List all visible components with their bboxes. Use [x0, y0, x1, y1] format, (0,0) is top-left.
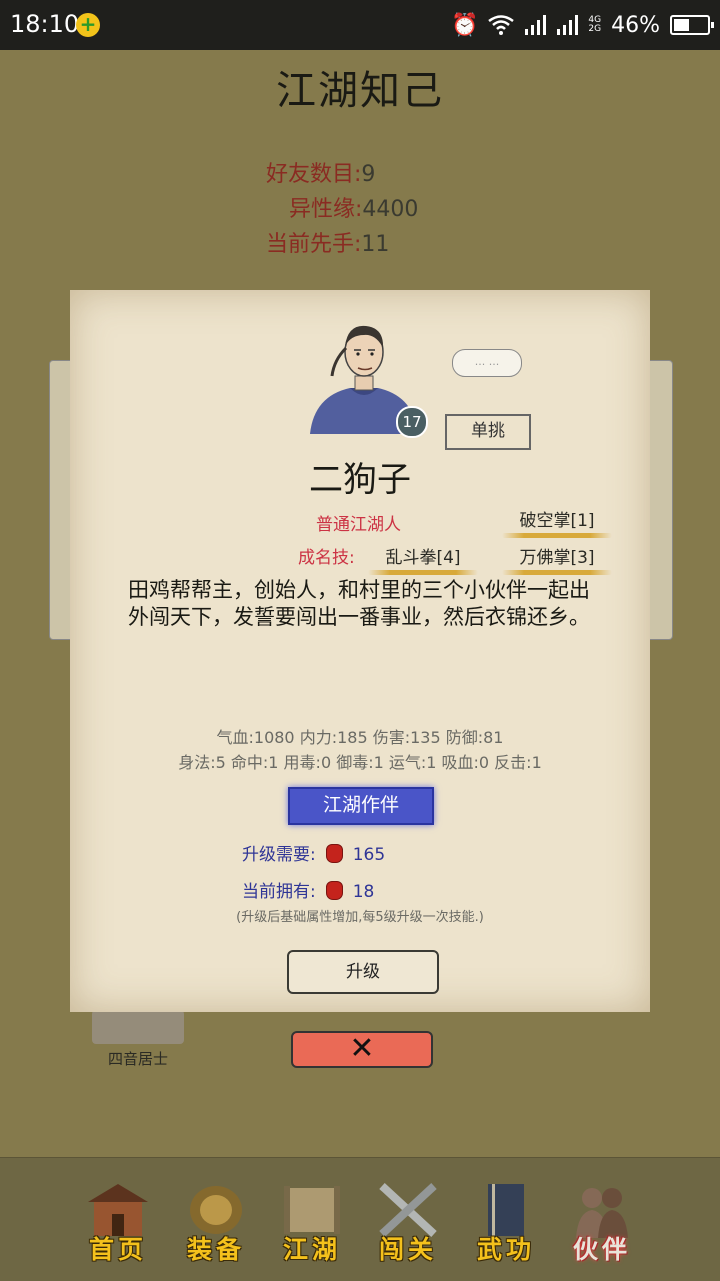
- skill-underline: [368, 570, 478, 575]
- tab-partners[interactable]: 伙伴: [564, 1178, 640, 1270]
- friends-value: 9: [361, 162, 376, 187]
- tab-label: 江湖: [282, 1235, 341, 1264]
- tab-label: 武功: [476, 1235, 535, 1264]
- skill-underline: [502, 570, 612, 575]
- attributes-line-2: 身法:5 命中:1 用毒:0 御毒:1 运气:1 吸血:0 反击:1: [178, 753, 542, 772]
- signal-icon-2: [557, 15, 579, 35]
- friends-count: 好友数目:9: [266, 156, 375, 188]
- tab-home[interactable]: 首页: [80, 1178, 156, 1270]
- duel-button[interactable]: 单挑: [445, 414, 531, 450]
- skill-label: 破空掌[1]: [519, 511, 595, 531]
- status-bar: 18:10 + ⏰ 4G 2G 46%: [0, 0, 720, 50]
- upgrade-note: (升级后基础属性增加,每5级升级一次技能.): [236, 910, 484, 925]
- attributes-line-1: 气血:1080 内力:185 伤害:135 防御:81: [216, 728, 504, 747]
- character-title: 普通江湖人: [316, 515, 401, 535]
- close-button[interactable]: ✕: [291, 1031, 433, 1068]
- skill-item[interactable]: 万佛掌[3]: [502, 543, 612, 575]
- wine-jar-icon: [325, 880, 343, 900]
- battery-icon: [670, 15, 714, 35]
- character-card: 17 ... ... 单挑 二狗子 普通江湖人 成名技: 破空掌[1] 乱斗拳[…: [70, 290, 650, 1012]
- signal-icon: [525, 15, 547, 35]
- tab-label: 伙伴: [572, 1235, 631, 1264]
- upgrade-need-row: 升级需要: 165: [242, 840, 385, 865]
- alarm-icon: ⏰: [450, 12, 479, 38]
- background-friend-avatar[interactable]: [92, 1010, 184, 1044]
- character-description: 田鸡帮帮主，创始人，和村里的三个小伙伴一起出外闯天下，发誓要闯出一番事业，然后衣…: [128, 578, 590, 629]
- partner-button[interactable]: 江湖作伴: [288, 787, 434, 825]
- opposite-sex-value: 4400: [362, 197, 419, 222]
- friends-label: 好友数目:: [266, 162, 362, 187]
- background-friend-name[interactable]: 四音居士: [92, 1048, 184, 1069]
- tab-challenge[interactable]: 闯关: [370, 1178, 446, 1270]
- speech-bubble: ... ...: [452, 349, 522, 377]
- tab-label: 首页: [88, 1235, 147, 1264]
- opposite-sex-label: 异性缘:: [289, 197, 363, 222]
- first-move-label: 当前先手:: [266, 232, 362, 257]
- page-title: 江湖知己: [276, 68, 444, 114]
- skill-underline: [502, 533, 612, 538]
- level-badge: 17: [396, 406, 428, 438]
- skill-item[interactable]: 破空掌[1]: [502, 506, 612, 538]
- wifi-icon: [488, 15, 515, 35]
- bottom-tab-bar: 首页 装备 江湖 闯关 武功 伙伴: [0, 1157, 720, 1281]
- status-time: 18:10: [10, 10, 80, 38]
- close-icon: ✕: [349, 1031, 375, 1066]
- status-right: ⏰ 4G 2G 46%: [450, 10, 714, 40]
- skill-item[interactable]: 乱斗拳[4]: [368, 543, 478, 575]
- notification-plus-icon: +: [76, 13, 100, 37]
- tab-jianghu[interactable]: 江湖: [274, 1178, 350, 1270]
- first-move-stat: 当前先手:11: [266, 226, 389, 258]
- character-name: 二狗子: [309, 460, 411, 500]
- tab-label: 闯关: [378, 1235, 437, 1264]
- owned-row: 当前拥有: 18: [242, 877, 374, 902]
- battery-percent: 46%: [611, 12, 660, 38]
- tab-label: 装备: [186, 1235, 245, 1264]
- owned-value: 18: [352, 882, 375, 902]
- wine-jar-icon: [325, 843, 343, 863]
- upgrade-need-label: 升级需要:: [242, 845, 316, 865]
- upgrade-button[interactable]: 升级: [287, 950, 439, 994]
- skill-label: 乱斗拳[4]: [385, 548, 461, 568]
- skill-label: 万佛掌[3]: [519, 548, 595, 568]
- network-type: 4G 2G: [588, 15, 602, 34]
- opposite-sex-stat: 异性缘:4400: [289, 191, 418, 223]
- owned-label: 当前拥有:: [242, 882, 316, 902]
- tab-martial-arts[interactable]: 武功: [468, 1178, 544, 1270]
- fame-skill-label: 成名技:: [298, 548, 355, 568]
- first-move-value: 11: [361, 232, 390, 257]
- tab-equipment[interactable]: 装备: [178, 1178, 254, 1270]
- upgrade-need-value: 165: [352, 845, 386, 865]
